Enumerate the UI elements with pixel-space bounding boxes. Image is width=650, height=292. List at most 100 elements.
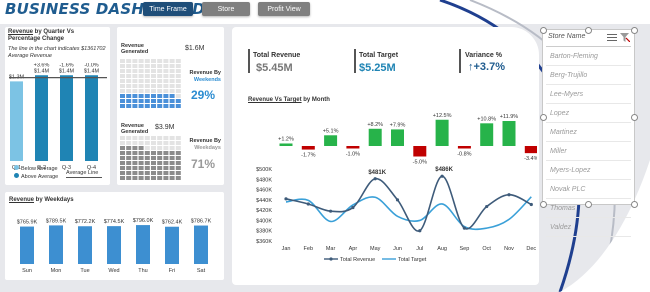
slicer-header: Store Name [548, 33, 586, 40]
waffle-cell [120, 64, 125, 68]
waffle-cell [151, 74, 156, 78]
waffle-cell [157, 156, 163, 160]
slicer-item[interactable]: Novak PLC [546, 180, 631, 199]
variance-label: +10.8% [477, 116, 496, 122]
waffle-cell [175, 161, 181, 165]
weekday-bar [49, 225, 63, 264]
waffle-cell [169, 69, 175, 73]
waffle-cell [169, 89, 175, 93]
waffle-cell [175, 64, 181, 68]
below-average-dot [14, 165, 19, 170]
weekday-value-label: $765.9K [17, 220, 38, 226]
waffle-cell [144, 161, 150, 165]
waffle-cell [126, 156, 132, 160]
variance-bar [391, 129, 404, 146]
waffle-cell [132, 94, 138, 98]
waffle-cell [144, 176, 150, 180]
quarter-bar [35, 75, 48, 161]
average-line-swatch [66, 177, 102, 178]
waffle-cell [157, 69, 163, 73]
weekend-amount: $1.6M [185, 45, 205, 52]
weekday-tick-label: Thu [138, 268, 147, 274]
waffle-cell [126, 166, 132, 170]
slicer-item[interactable]: Barton-Fleming [546, 47, 631, 66]
slicer-item[interactable]: Thomas [546, 199, 631, 218]
weekday-tick-label: Tue [80, 268, 89, 274]
variance-label: -1.7% [301, 153, 315, 159]
variance-label: -1.0% [346, 152, 360, 158]
waffle-cell [132, 146, 138, 150]
waffle-cell [163, 69, 169, 73]
waffle-cell [126, 151, 132, 155]
weekday-tick-label: Wed [108, 268, 119, 274]
waffle-cell [163, 156, 169, 160]
waffle-cell [144, 74, 150, 78]
waffle-cell [144, 151, 150, 155]
waffle-cell [169, 171, 175, 175]
slicer-item[interactable]: Valdez [546, 218, 631, 237]
resize-handle-tr[interactable] [631, 27, 638, 34]
store-slicer: Store Name Barton-Fleming Berg-Trujillo Le… [540, 27, 638, 237]
slicer-item[interactable]: Lee-Myers [546, 85, 631, 104]
waffle-cell [144, 146, 150, 150]
waffle-cell [126, 69, 132, 73]
resize-handle-top[interactable] [585, 27, 592, 34]
waffle-cell [163, 104, 169, 108]
slicer-item[interactable]: Lopez [546, 104, 631, 123]
multi-select-icon[interactable] [607, 33, 617, 42]
month-chart: +1.2% -1.7% +5.1% -1.0% +8.2% +7.9% -5.0% +12.5… [256, 113, 537, 263]
waffle-cell [175, 166, 181, 170]
resize-handle-tl[interactable] [540, 27, 547, 34]
waffle-cell [157, 89, 163, 93]
variance-bar [368, 128, 382, 146]
waffle-cell [151, 161, 156, 165]
y-tick-label: $400K [256, 218, 272, 224]
waffle-cell [157, 94, 163, 98]
weekday-bar [194, 225, 208, 264]
waffle-cell [151, 69, 156, 73]
weekday-chart: $765.9K Sun $789.5K Mon $772.2K Tue $774.5K Wed… [17, 218, 212, 274]
waffle-cell [144, 84, 150, 88]
waffle-cell [169, 176, 175, 180]
waffle-cell [120, 94, 125, 98]
variance-label: +8.2% [367, 122, 383, 128]
waffle-cell [169, 146, 175, 150]
slicer-item[interactable]: Berg-Trujillo [546, 66, 631, 85]
x-tick-label: Jun [393, 246, 402, 252]
waffle-cell [138, 84, 144, 88]
waffle-cell [138, 74, 144, 78]
revenue-point [462, 226, 466, 230]
waffle-cell [132, 59, 138, 63]
slicer-item[interactable]: Martinez [546, 123, 631, 142]
waffle-cell [138, 161, 144, 165]
clear-filter-icon[interactable] [620, 33, 630, 42]
waffle-cell [175, 151, 181, 155]
waffle-cell [132, 136, 138, 140]
kpi-target-bar [354, 49, 356, 73]
quarter-panel: Revenue by Quarter Vs Percentage Change … [5, 27, 110, 185]
waffle-cell [151, 146, 156, 150]
waffle-cell [157, 99, 163, 103]
variance-label: +1.2% [278, 136, 294, 142]
waffle-cell [151, 89, 156, 93]
waffle-cell [144, 89, 150, 93]
waffle-cell [144, 104, 150, 108]
quarter-title: Revenue by Quarter Vs Percentage Change [8, 29, 75, 42]
waffle-cell [126, 74, 132, 78]
slicer-item[interactable]: Miller [546, 142, 631, 161]
waffle-cell [120, 59, 125, 63]
waffle-cell [138, 136, 144, 140]
weekday-value-label: $772.2K [75, 219, 96, 225]
waffle-cell [169, 151, 175, 155]
slicer-list: Barton-Fleming Berg-Trujillo Lee-Myers Lope… [546, 46, 631, 237]
resize-handle-right[interactable] [631, 114, 638, 121]
waffle-cell [169, 84, 175, 88]
variance-label: -0.8% [457, 152, 471, 158]
revenue-point [329, 209, 333, 213]
waffle-cell [169, 141, 175, 145]
slicer-item[interactable]: Myers-Lopez [546, 161, 631, 180]
waffle-cell [138, 166, 144, 170]
resize-handle-br[interactable] [631, 201, 638, 208]
waffle-cell [169, 156, 175, 160]
waffle-cell [120, 176, 125, 180]
